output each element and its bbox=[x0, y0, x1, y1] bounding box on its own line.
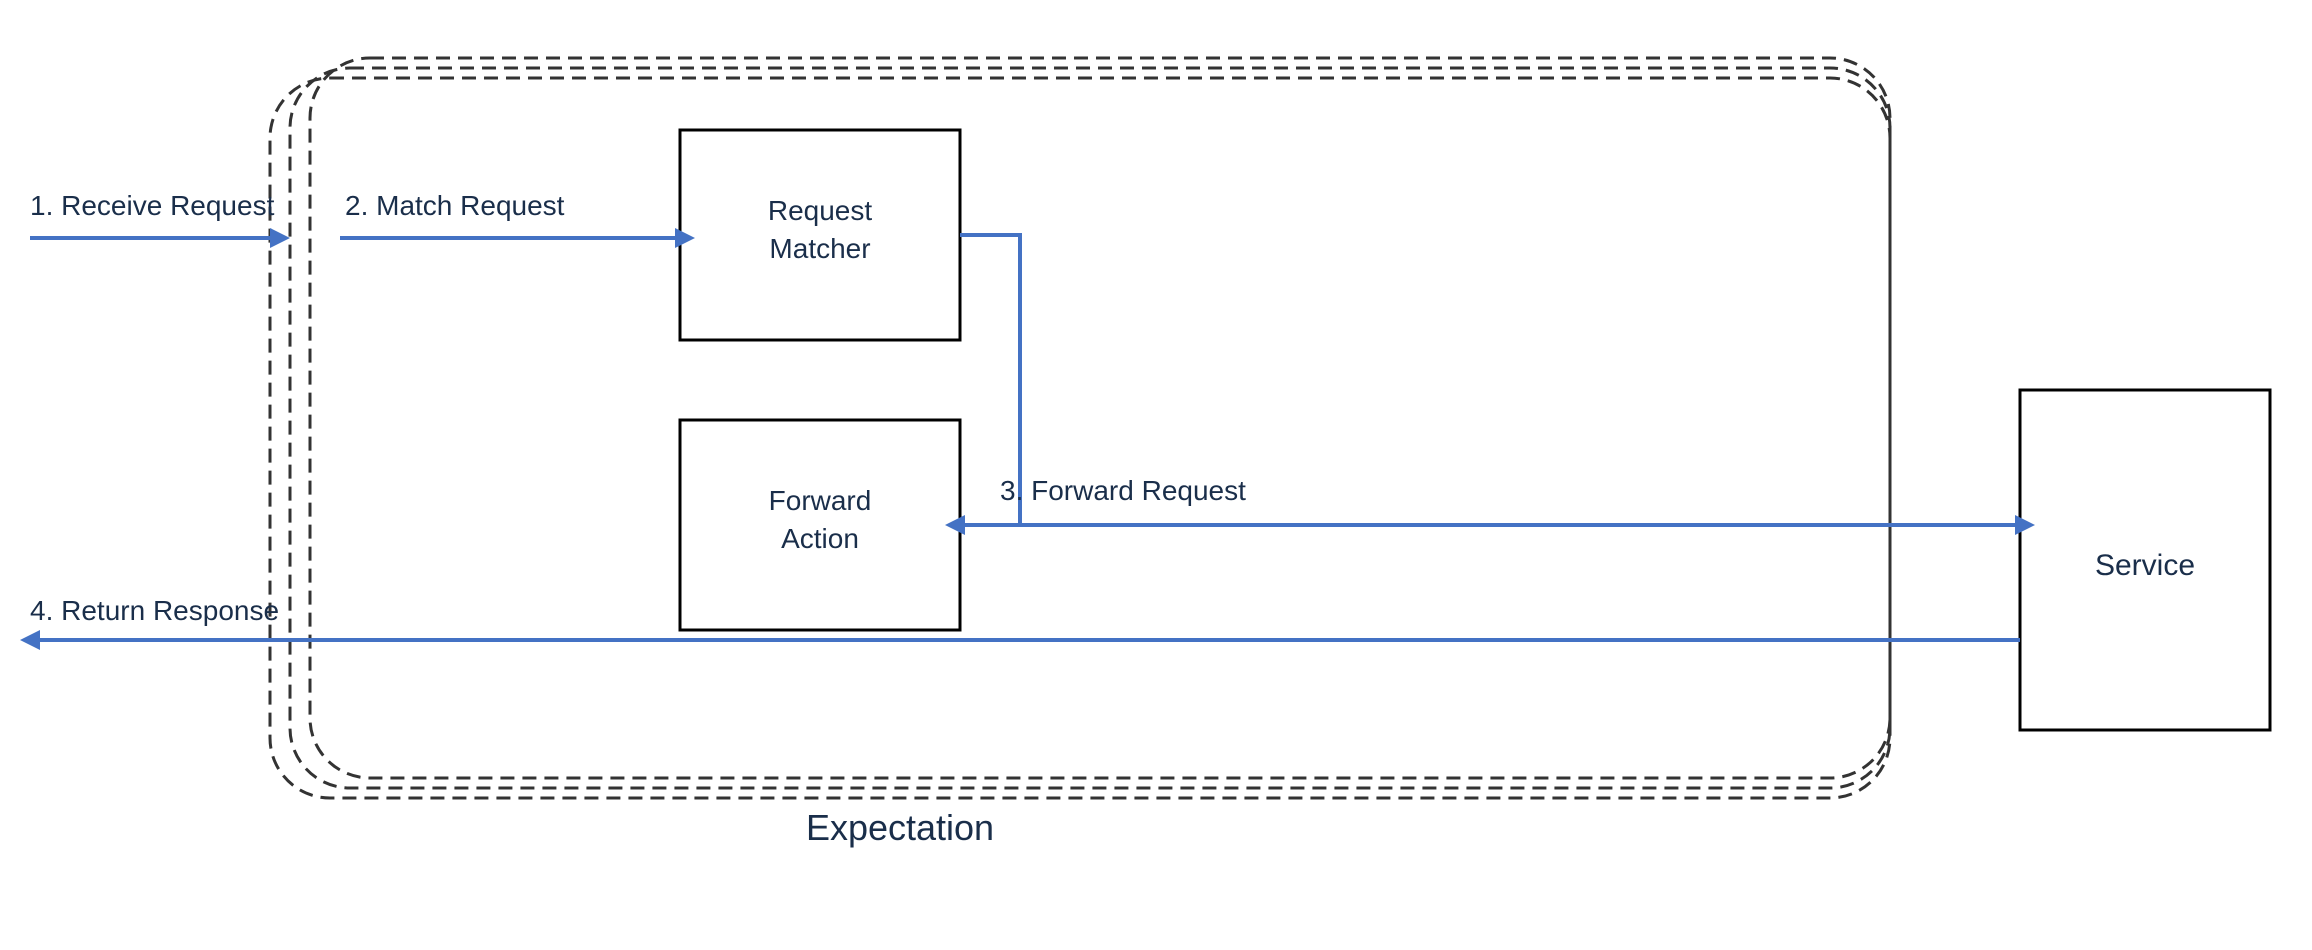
expectation-border-1 bbox=[270, 78, 1890, 798]
expectation-label: Expectation bbox=[806, 807, 994, 848]
diagram-container: 1. Receive Request 2. Match Request Requ… bbox=[0, 0, 2312, 950]
return-response-arrowhead bbox=[20, 630, 40, 650]
request-matcher-label: Request bbox=[768, 195, 873, 226]
match-request-label: 2. Match Request bbox=[345, 190, 565, 221]
receive-request-arrowhead bbox=[270, 228, 290, 248]
forward-request-label: 3. Forward Request bbox=[1000, 475, 1246, 506]
expectation-border-3 bbox=[310, 58, 1890, 778]
expectation-border-2 bbox=[290, 68, 1890, 788]
service-label: Service bbox=[2095, 549, 2195, 582]
receive-request-label: 1. Receive Request bbox=[30, 190, 275, 221]
forward-action-label2: Action bbox=[781, 523, 859, 554]
return-response-label: 4. Return Response bbox=[30, 595, 279, 626]
forward-action-label: Forward bbox=[769, 485, 872, 516]
request-matcher-label2: Matcher bbox=[769, 233, 870, 264]
